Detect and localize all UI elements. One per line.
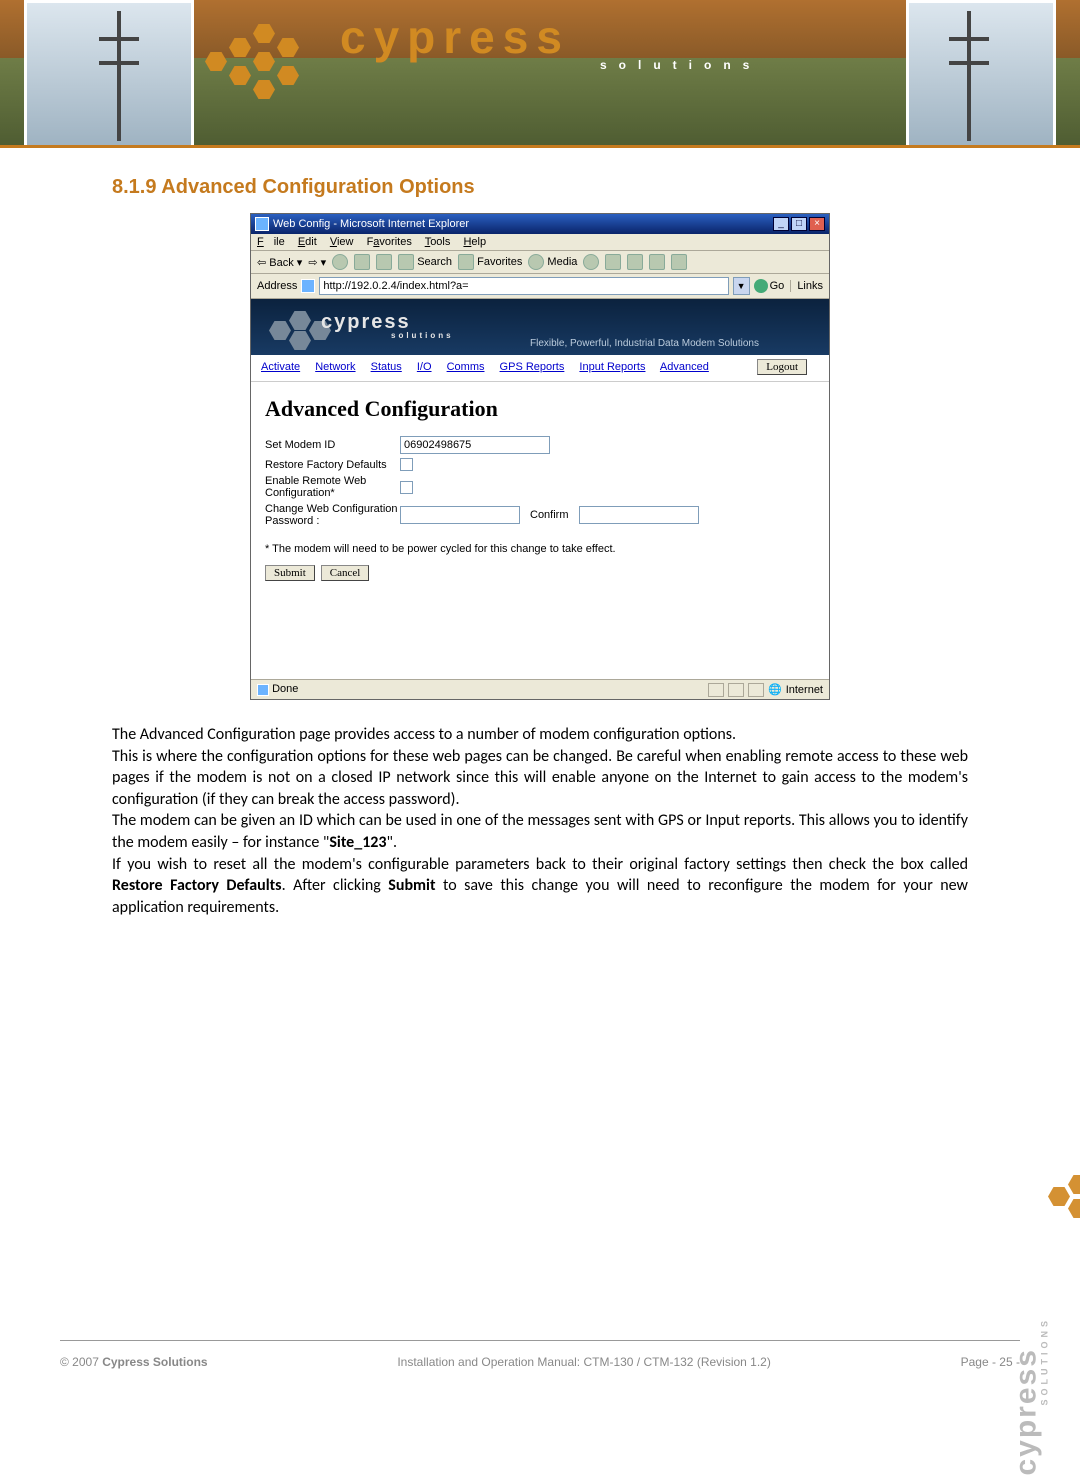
banner-photo-right xyxy=(906,0,1056,148)
status-zone: Internet xyxy=(786,684,823,696)
footer: © 2007 Cypress Solutions Installation an… xyxy=(60,1355,1020,1369)
row-password: Change Web Configuration Password : Conf… xyxy=(265,503,815,527)
footer-rule xyxy=(60,1340,1020,1341)
password-input[interactable] xyxy=(400,506,520,524)
menu-edit[interactable]: Edit xyxy=(298,236,317,248)
footer-page: Page - 25 - xyxy=(961,1355,1020,1369)
bold-submit: Submit xyxy=(388,876,435,895)
remote-checkbox[interactable] xyxy=(400,481,413,494)
window-title: Web Config - Microsoft Internet Explorer xyxy=(273,214,469,234)
back-button[interactable]: ⇦ Back ▾ xyxy=(257,256,302,269)
go-icon xyxy=(754,279,768,293)
menu-help[interactable]: Help xyxy=(463,236,486,248)
site-tagline: Flexible, Powerful, Industrial Data Mode… xyxy=(530,338,759,349)
site-id-example: Site_123 xyxy=(329,833,386,852)
nav-input[interactable]: Input Reports xyxy=(579,361,645,373)
footer-center: Installation and Operation Manual: CTM-1… xyxy=(397,1355,771,1369)
site-logo: cypressSOLUTIONS xyxy=(321,311,454,340)
row-remote: Enable Remote Web Configuration* xyxy=(265,475,815,499)
restore-checkbox[interactable] xyxy=(400,458,413,471)
bold-restore: Restore Factory Defaults xyxy=(112,876,282,895)
stop-icon[interactable] xyxy=(332,254,348,270)
remote-label: Enable Remote Web Configuration* xyxy=(265,475,400,499)
go-button[interactable]: Go xyxy=(754,279,785,293)
favorites-button[interactable]: Favorites xyxy=(458,254,522,270)
cancel-button[interactable]: Cancel xyxy=(321,565,370,581)
footer-left: © 2007 Cypress Solutions xyxy=(60,1355,208,1369)
status-done: Done xyxy=(272,683,298,695)
nav-gps[interactable]: GPS Reports xyxy=(500,361,565,373)
menu-view[interactable]: View xyxy=(330,236,354,248)
nav-comms[interactable]: Comms xyxy=(447,361,485,373)
status-box xyxy=(748,683,764,697)
ie-app-icon xyxy=(255,217,269,231)
confirm-label: Confirm xyxy=(530,509,569,521)
address-label: Address xyxy=(257,280,297,292)
media-button[interactable]: Media xyxy=(528,254,577,270)
row-modem-id: Set Modem ID xyxy=(265,436,815,454)
minimize-button[interactable]: _ xyxy=(773,217,789,231)
submit-button[interactable]: Submit xyxy=(265,565,315,581)
brand-sub: SOLUTIONS xyxy=(600,58,761,72)
links-label[interactable]: Links xyxy=(790,280,823,292)
banner-logo: cypress SOLUTIONS xyxy=(340,10,761,72)
menu-favorites[interactable]: Favorites xyxy=(367,236,412,248)
ie-window: Web Config - Microsoft Internet Explorer… xyxy=(250,213,830,700)
discuss-icon[interactable] xyxy=(671,254,687,270)
note-text: * The modem will need to be power cycled… xyxy=(265,543,815,555)
site-nav: Activate Network Status I/O Comms GPS Re… xyxy=(251,355,829,382)
ie-statusbar: Done 🌐 Internet xyxy=(251,679,829,699)
ie-toolbar: ⇦ Back ▾ ⇨ ▾ Search Favorites Media xyxy=(251,251,829,274)
nav-io[interactable]: I/O xyxy=(417,361,432,373)
search-button[interactable]: Search xyxy=(398,254,452,270)
site-banner: cypressSOLUTIONS Flexible, Powerful, Ind… xyxy=(251,299,829,355)
address-input[interactable] xyxy=(319,277,728,295)
modem-id-input[interactable] xyxy=(400,436,550,454)
ie-titlebar: Web Config - Microsoft Internet Explorer… xyxy=(251,214,829,234)
status-box xyxy=(728,683,744,697)
forward-button[interactable]: ⇨ ▾ xyxy=(308,256,326,269)
status-box xyxy=(708,683,724,697)
password-confirm-input[interactable] xyxy=(579,506,699,524)
edit-icon[interactable] xyxy=(649,254,665,270)
globe-icon: 🌐 xyxy=(768,683,782,696)
refresh-icon[interactable] xyxy=(354,254,370,270)
password-label: Change Web Configuration Password : xyxy=(265,503,400,527)
para-4: If you wish to reset all the modem's con… xyxy=(112,854,968,919)
maximize-button[interactable]: □ xyxy=(791,217,807,231)
para-2: This is where the configuration options … xyxy=(112,746,968,811)
body-text: The Advanced Configuration page provides… xyxy=(112,724,968,918)
para-1: The Advanced Configuration page provides… xyxy=(112,724,968,746)
banner-hex-icon xyxy=(205,24,325,119)
row-restore: Restore Factory Defaults xyxy=(265,458,815,471)
tower-icon xyxy=(117,11,121,141)
nav-activate[interactable]: Activate xyxy=(261,361,300,373)
history-icon[interactable] xyxy=(583,254,599,270)
para-3: The modem can be given an ID which can b… xyxy=(112,810,968,853)
nav-network[interactable]: Network xyxy=(315,361,355,373)
print-icon[interactable] xyxy=(627,254,643,270)
address-dropdown[interactable]: ▼ xyxy=(733,277,750,295)
nav-advanced[interactable]: Advanced xyxy=(660,361,709,373)
doc-banner: cypress SOLUTIONS xyxy=(0,0,1080,148)
brand-text: cypress xyxy=(340,11,570,63)
logout-button[interactable]: Logout xyxy=(757,359,807,375)
nav-status[interactable]: Status xyxy=(371,361,402,373)
mail-icon[interactable] xyxy=(605,254,621,270)
page-title: Advanced Configuration xyxy=(265,396,815,422)
page-content: cypressSOLUTIONS Flexible, Powerful, Ind… xyxy=(251,299,829,679)
page-icon xyxy=(301,279,315,293)
home-icon[interactable] xyxy=(376,254,392,270)
done-icon xyxy=(257,684,269,696)
tower-icon xyxy=(967,11,971,141)
menu-file[interactable]: File xyxy=(257,236,285,248)
ie-menubar: File Edit View Favorites Tools Help xyxy=(251,234,829,251)
restore-label: Restore Factory Defaults xyxy=(265,459,400,471)
ie-addressbar: Address ▼ Go Links xyxy=(251,274,829,299)
banner-photo-left xyxy=(24,0,194,148)
menu-tools[interactable]: Tools xyxy=(425,236,451,248)
modem-id-label: Set Modem ID xyxy=(265,439,400,451)
close-button[interactable]: × xyxy=(809,217,825,231)
section-heading: 8.1.9 Advanced Configuration Options xyxy=(112,176,1080,199)
